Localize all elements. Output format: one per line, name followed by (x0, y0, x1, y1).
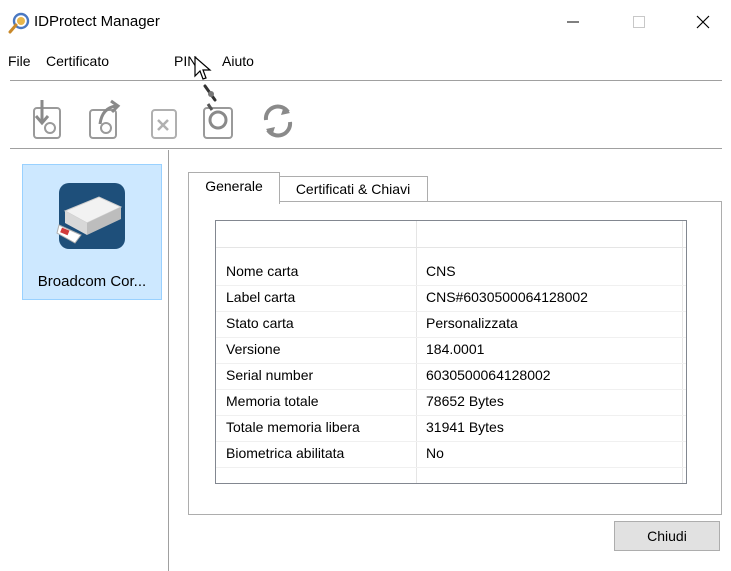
app-icon (8, 12, 30, 34)
close-button[interactable]: Chiudi (614, 521, 720, 551)
export-certificate-button[interactable] (86, 96, 126, 142)
refresh-button[interactable] (258, 96, 298, 142)
tab-generale[interactable]: Generale (188, 172, 280, 204)
property-value: 184.0001 (426, 341, 485, 357)
property-name: Serial number (226, 367, 314, 383)
property-row[interactable]: Label carta CNS#6030500064128002 (216, 285, 686, 312)
menu-file[interactable]: File (8, 53, 31, 69)
refresh-icon (263, 104, 293, 138)
toolbar-divider (10, 148, 722, 149)
property-row[interactable]: Biometrica abilitata No (216, 441, 686, 468)
maximize-icon (633, 16, 645, 28)
close-window-button[interactable] (680, 6, 726, 38)
close-icon (696, 15, 710, 29)
window-title: IDProtect Manager (34, 13, 160, 30)
device-item[interactable]: Broadcom Cor... (22, 164, 162, 300)
property-name: Stato carta (226, 315, 294, 331)
property-value: No (426, 445, 444, 461)
property-name: Versione (226, 341, 281, 357)
card-reader-icon (55, 181, 129, 253)
toolbar (0, 88, 731, 148)
menu-aiuto[interactable]: Aiuto (222, 53, 254, 69)
minimize-icon (567, 21, 579, 23)
property-value: CNS#6030500064128002 (426, 289, 588, 305)
property-row[interactable]: Serial number 6030500064128002 (216, 363, 686, 390)
property-name: Biometrica abilitata (226, 445, 345, 461)
property-value: 6030500064128002 (426, 367, 551, 383)
tab-certificati-chiavi[interactable]: Certificati & Chiavi (278, 176, 428, 203)
header-divider (216, 247, 686, 248)
minimize-button[interactable] (550, 6, 596, 38)
property-row[interactable]: Versione 184.0001 (216, 337, 686, 364)
property-name: Label carta (226, 289, 296, 305)
menu-divider (10, 80, 722, 81)
mouse-cursor-icon (193, 55, 221, 106)
property-name: Nome carta (226, 263, 299, 279)
property-value: 78652 Bytes (426, 393, 504, 409)
property-row[interactable]: Memoria totale 78652 Bytes (216, 389, 686, 416)
properties-list[interactable]: Nome carta CNS Label carta CNS#603050006412… (215, 220, 687, 484)
menu-bar: File Certificato PIN Aiuto (0, 46, 731, 72)
delete-certificate-icon (151, 109, 177, 139)
device-label: Broadcom Cor... (37, 273, 147, 290)
maximize-button[interactable] (616, 6, 662, 38)
title-bar: IDProtect Manager (0, 0, 731, 42)
property-row[interactable]: Stato carta Personalizzata (216, 311, 686, 338)
delete-certificate-button[interactable] (146, 96, 186, 142)
property-row[interactable]: Totale memoria libera 31941 Bytes (216, 415, 686, 442)
import-certificate-button[interactable] (28, 96, 68, 142)
property-value: 31941 Bytes (426, 419, 504, 435)
property-value: Personalizzata (426, 315, 518, 331)
property-name: Memoria totale (226, 393, 319, 409)
tab-panel-generale: Nome carta CNS Label carta CNS#603050006412… (188, 201, 722, 515)
property-value: CNS (426, 263, 456, 279)
property-row[interactable]: Nome carta CNS (216, 259, 686, 286)
export-certificate-icon (89, 99, 121, 139)
menu-certificato[interactable]: Certificato (46, 53, 109, 69)
property-name: Totale memoria libera (226, 419, 360, 435)
device-list: Broadcom Cor... (10, 150, 169, 571)
import-certificate-icon (33, 100, 61, 139)
